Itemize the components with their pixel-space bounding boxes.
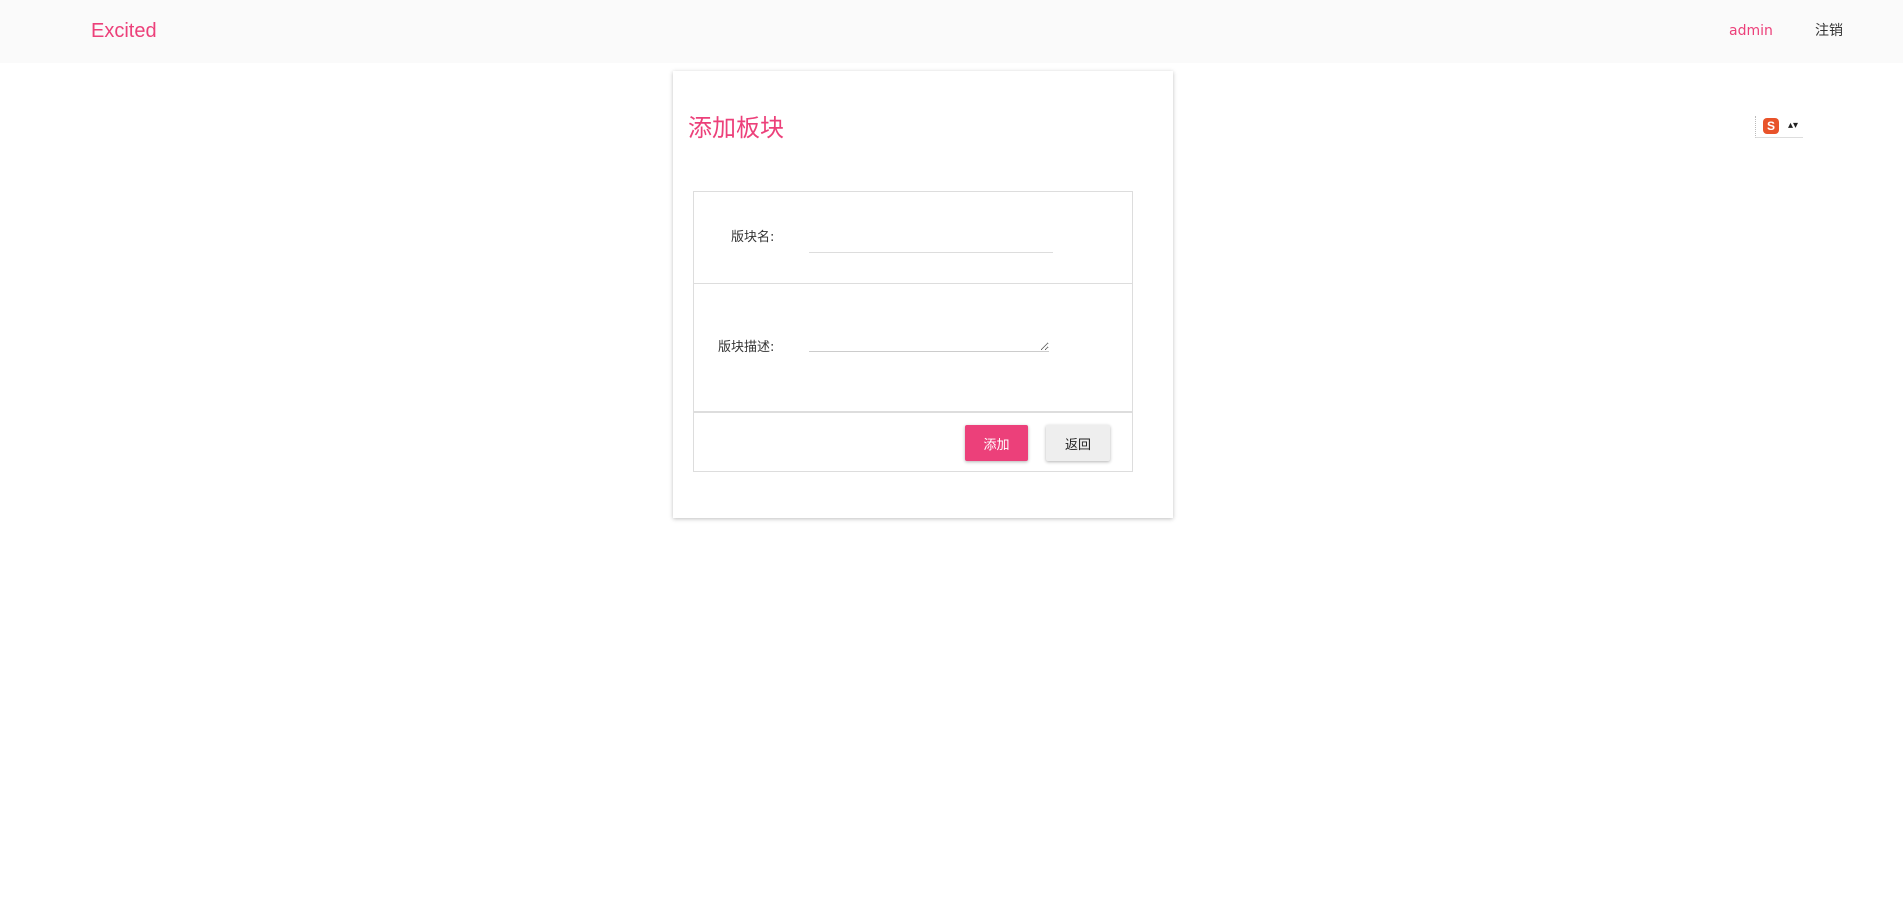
page-title: 添加板块	[688, 114, 784, 142]
board-description-textarea[interactable]	[809, 314, 1049, 352]
board-description-label: 版块描述:	[718, 340, 775, 355]
sogou-ime-icon[interactable]: S	[1763, 118, 1779, 134]
top-navbar: Excited admin 注销	[0, 0, 1903, 63]
nav-logout-link[interactable]: 注销	[1815, 22, 1843, 40]
brand-logo-link[interactable]: Excited	[91, 19, 157, 43]
ime-toolbar[interactable]: S ▴▾	[1755, 116, 1803, 138]
form-row-actions: 添加 返回	[694, 412, 1132, 471]
back-button[interactable]: 返回	[1046, 425, 1110, 461]
board-name-input[interactable]	[809, 218, 1053, 253]
board-name-label: 版块名:	[731, 230, 775, 245]
ime-dropdown-arrow-icon[interactable]: ▴▾	[1788, 118, 1798, 134]
add-board-card: 添加板块 添加 返回 版块名: 版块描述:	[673, 71, 1173, 518]
add-button[interactable]: 添加	[965, 425, 1028, 461]
add-board-form: 添加 返回 版块名: 版块描述:	[693, 191, 1133, 472]
nav-user-link[interactable]: admin	[1729, 22, 1773, 40]
